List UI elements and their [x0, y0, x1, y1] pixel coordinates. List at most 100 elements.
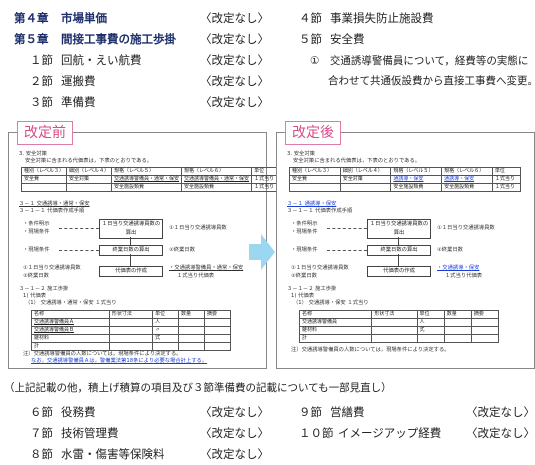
flow-connector	[59, 228, 99, 229]
section-7-title: 技術管理費	[61, 426, 119, 440]
flow-text: ②終業日数	[23, 273, 49, 279]
cell	[203, 318, 232, 327]
flow-connector	[398, 254, 399, 266]
cell: 交通誘導警備員・通常・保安	[181, 175, 253, 184]
section-9-title: 営繕費	[330, 405, 365, 419]
cell	[108, 334, 154, 343]
flow-connector	[327, 250, 367, 251]
change-note-line1: ① 交通誘導警備員について，経費等の実態に	[310, 55, 529, 67]
cell: 人	[152, 318, 180, 327]
cell: 安全施設類費	[390, 183, 443, 192]
cell: 通誘導・保安	[390, 175, 443, 184]
before-sec3: 3. 安全対策	[19, 151, 47, 157]
footer-intro: （上記記載の他，積上げ積算の項目及び３節準備費の記載についても一部見直し）	[4, 382, 392, 394]
cell: 雑材料	[298, 326, 373, 335]
flow-text: ①１日当り交通誘導員数	[23, 265, 81, 271]
section-10-title: イメージアップ経費	[338, 426, 442, 440]
before-h31: ３－１ 交通誘導・通常・保安	[19, 201, 90, 207]
cell: 規格（レベル５）	[390, 167, 443, 176]
chapter-5-title: 間接工事費の施工歩掛	[61, 32, 176, 46]
flow-connector	[59, 250, 99, 251]
cell	[470, 326, 500, 335]
cell	[443, 318, 472, 327]
cell: 単位	[251, 167, 278, 176]
table-row: 安全費 安全対策 通誘導・保安 通誘導・保安 １式当り	[289, 175, 522, 184]
section-2-note: 〈改定なし〉	[200, 74, 269, 88]
section-5-title: 安全費	[330, 32, 365, 46]
table-row: 安全施設類費 安全施設類費 １式当り	[20, 183, 278, 192]
flow-text: ・条件明示	[23, 221, 50, 227]
after-level-table: 種別（レベル３） 細別（レベル４） 規格（レベル５） 規格（レベル６） 単位 安…	[289, 167, 522, 192]
table-row: 種別（レベル３） 細別（レベル４） 規格（レベル５） 規格（レベル６） 単位	[20, 167, 278, 176]
cell: 細別（レベル４）	[339, 167, 392, 176]
flow-text: ①１日当り交通誘導員数	[169, 225, 227, 231]
section-3-note: 〈改定なし〉	[200, 95, 269, 109]
after-sec3: 3. 安全対策	[287, 151, 315, 157]
before-daika-title: （1） 交通誘導・通常・保安 １式当り	[25, 300, 117, 306]
table-row: 名称 形状寸法 単位 数量 摘要	[298, 310, 500, 319]
cell: 単位	[491, 167, 522, 176]
cell: 人	[416, 318, 445, 327]
cell: 形状寸法	[371, 310, 418, 319]
cell: 式	[416, 326, 445, 335]
cell: 安全施設類費	[441, 183, 493, 192]
cell: 規格（レベル５）	[111, 167, 183, 176]
flow-connector	[398, 237, 399, 245]
flow-box: 終業日数の算出	[99, 245, 163, 256]
cell: 摘要	[470, 310, 500, 319]
cell: 摘要	[203, 310, 232, 319]
section-1-num: １節	[30, 53, 53, 67]
before-note2: なお，交通誘導警備員Ａは，警備業法第18条により必要な場合計上する。	[31, 358, 208, 364]
flow-box: １日当り交通誘導員数の算出	[99, 219, 163, 239]
section-6-num: ６節	[30, 405, 53, 419]
before-panel: 改定前 3. 安全対策 安全対策に含まれる代価表は，下表のとおりである。 種別（…	[8, 121, 278, 369]
before-h312: ３－１－２ 施工歩掛	[19, 286, 69, 292]
flow-box: 代価表の作成	[99, 266, 163, 277]
after-h312: ３－１－２ 施工歩掛	[287, 286, 337, 292]
table-row: 安全費 安全対策 交通誘導警備員・通常・保安 交通誘導警備員・通常・保安 １式当…	[20, 175, 278, 184]
cell: 種別（レベル３）	[289, 167, 341, 176]
cell: 交通誘導警備員Ａ	[31, 318, 110, 327]
cell: 名称	[298, 310, 373, 319]
cell: 交通誘導警備員Ｂ	[31, 326, 110, 335]
before-sec3b: 安全対策に含まれる代価表は，下表のとおりである。	[25, 158, 153, 164]
cell	[178, 342, 205, 351]
section-8-title: 水雷・傷害等保険料	[61, 447, 165, 461]
before-label: 改定前	[17, 121, 73, 145]
cell: 雑材料	[31, 334, 110, 343]
cell: 安全対策	[339, 175, 392, 184]
after-note: 注）交通誘導警備員の人数については，現場条件により決定する。	[291, 347, 450, 353]
flow-text: ②終業日数	[437, 247, 463, 253]
table-row: 雑材料 式	[31, 334, 232, 343]
flow-text: １式当り代価表	[177, 273, 215, 279]
chapter-4-title: 市場単価	[61, 11, 107, 25]
table-row: 雑材料 式	[298, 326, 500, 335]
cell: 数量	[443, 310, 472, 319]
chapter-5-num: 第５章	[14, 32, 49, 46]
table-row: 計	[298, 334, 500, 343]
table-row: 交通誘導警備員Ａ 人	[31, 318, 232, 327]
cell	[470, 318, 500, 327]
cell	[371, 318, 418, 327]
flow-text: ・交通誘導・保安	[437, 265, 480, 271]
flow-text: ・交通誘導警備員・通常・保安	[169, 265, 244, 271]
cell	[203, 326, 232, 335]
cell: 単位	[416, 310, 445, 319]
after-label: 改定後	[285, 121, 341, 145]
section-7-num: ７節	[30, 426, 53, 440]
section-1-title: 回航・えい航費	[61, 53, 142, 67]
cell: １式当り	[491, 175, 522, 184]
cell	[178, 334, 205, 343]
after-daika: 1) 代価表	[291, 293, 315, 299]
flow-text: ①１日当り交通誘導員数	[291, 265, 349, 271]
cell	[203, 334, 232, 343]
cell: 名称	[31, 310, 110, 319]
cell	[339, 183, 392, 192]
flow-text: ①１日当り交通誘導員数	[437, 225, 495, 231]
cell	[470, 334, 500, 343]
section-4-num: ４節	[299, 11, 322, 25]
section-4-title: 事業損失防止施設費	[330, 11, 434, 25]
change-note-line2: 合わせて共通仮設費から直接工事費へ変更。	[328, 75, 535, 87]
cell: 単位	[152, 310, 180, 319]
cell: 安全費	[289, 175, 341, 184]
